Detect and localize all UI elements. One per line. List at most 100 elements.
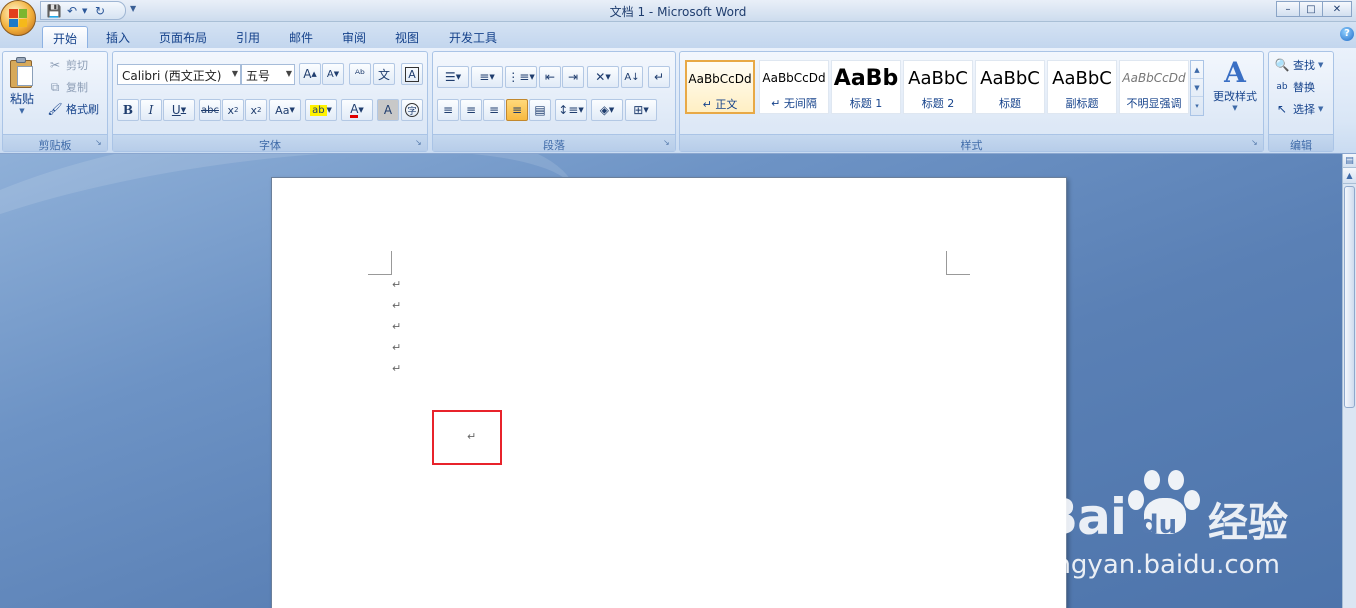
font-name-value: Calibri (西文正文) bbox=[122, 69, 222, 83]
tab-references[interactable]: 引用 bbox=[226, 26, 270, 48]
font-size-value: 五号 bbox=[246, 69, 271, 83]
tab-home[interactable]: 开始 bbox=[42, 26, 88, 48]
align-right-icon[interactable]: ≡ bbox=[483, 99, 505, 121]
tab-developer[interactable]: 开发工具 bbox=[440, 26, 506, 48]
styles-group: AaBbCcDd ↵ 正文 AaBbCcDd ↵ 无间隔 AaBb 标题 1 A… bbox=[679, 51, 1264, 152]
scissors-icon: ✂ bbox=[49, 58, 61, 72]
style-subtle-emphasis[interactable]: AaBbCcDd 不明显强调 bbox=[1119, 60, 1189, 114]
close-button[interactable]: ✕ bbox=[1322, 1, 1352, 17]
change-styles-dropdown-icon[interactable]: ▼ bbox=[1232, 104, 1237, 112]
style-name: 不明显强调 bbox=[1126, 97, 1182, 110]
tab-view[interactable]: 视图 bbox=[385, 26, 429, 48]
change-styles-button[interactable]: A 更改样式 ▼ bbox=[1208, 56, 1262, 113]
change-styles-label: 更改样式 bbox=[1213, 90, 1257, 103]
clear-format-icon[interactable]: ᴬᵇ bbox=[349, 63, 371, 85]
copy-icon: ⧉ bbox=[50, 79, 60, 94]
underline-icon[interactable]: U ▼ bbox=[163, 99, 195, 121]
copy-button[interactable]: ⧉ 复制 bbox=[47, 79, 88, 95]
find-button[interactable]: 🔍 查找 ▼ bbox=[1274, 57, 1324, 73]
clipboard-group: 粘贴 ▼ ✂ 剪切 ⧉ 复制 🖌 格式刷 剪贴板 ↘ bbox=[2, 51, 108, 152]
style-title[interactable]: AaBbC 标题 bbox=[975, 60, 1045, 114]
ribbon: 粘贴 ▼ ✂ 剪切 ⧉ 复制 🖌 格式刷 剪贴板 ↘ Calibri (西文正文… bbox=[0, 48, 1356, 154]
font-color-icon[interactable]: A ▼ bbox=[341, 99, 373, 121]
highlight-icon[interactable]: ab ▼ bbox=[305, 99, 337, 121]
select-button[interactable]: ↖ 选择 ▼ bbox=[1274, 101, 1323, 117]
chinese-layout-icon[interactable]: ✕ ▼ bbox=[587, 66, 619, 88]
style-heading-1[interactable]: AaBb 标题 1 bbox=[831, 60, 901, 114]
italic-icon[interactable]: I bbox=[140, 99, 162, 121]
paragraph-launcher-icon[interactable]: ↘ bbox=[663, 139, 672, 148]
grow-font-icon[interactable]: A ▲ bbox=[299, 63, 321, 85]
styles-launcher-icon[interactable]: ↘ bbox=[1251, 139, 1260, 148]
tab-page-layout[interactable]: 页面布局 bbox=[150, 26, 216, 48]
editing-group-label: 编辑 bbox=[1269, 134, 1333, 152]
numbering-icon[interactable]: ≡ ▼ bbox=[471, 66, 503, 88]
paragraph-mark: ↵ bbox=[392, 320, 402, 333]
align-left-icon[interactable]: ≡ bbox=[437, 99, 459, 121]
style-normal[interactable]: AaBbCcDd ↵ 正文 bbox=[685, 60, 755, 114]
watermark-cn: 经验 bbox=[1208, 500, 1288, 546]
subscript-icon[interactable]: x2 bbox=[222, 99, 244, 121]
vertical-scrollbar[interactable]: ▤ ▲ bbox=[1342, 154, 1356, 608]
gallery-down-icon[interactable]: ▼ bbox=[1191, 79, 1203, 97]
style-heading-2[interactable]: AaBbC 标题 2 bbox=[903, 60, 973, 114]
ruler-toggle-icon[interactable]: ▤ bbox=[1343, 154, 1356, 168]
style-gallery-scroll[interactable]: ▲ ▼ ▾ bbox=[1190, 60, 1204, 116]
shading-icon[interactable]: ◈ ▼ bbox=[591, 99, 623, 121]
editing-group: 🔍 查找 ▼ ab 替换 ↖ 选择 ▼ 编辑 bbox=[1268, 51, 1334, 152]
strikethrough-icon[interactable]: abc bbox=[199, 99, 221, 121]
superscript-icon[interactable]: x2 bbox=[245, 99, 267, 121]
gallery-up-icon[interactable]: ▲ bbox=[1191, 61, 1203, 79]
clipboard-launcher-icon[interactable]: ↘ bbox=[95, 139, 104, 148]
gallery-more-icon[interactable]: ▾ bbox=[1191, 97, 1203, 115]
increase-indent-icon[interactable]: ⇥ bbox=[562, 66, 584, 88]
phonetic-guide-icon[interactable]: 文 bbox=[373, 63, 395, 85]
paste-dropdown-icon[interactable]: ▼ bbox=[19, 107, 24, 115]
paste-button[interactable]: 粘贴 ▼ bbox=[6, 56, 38, 115]
watermark-brand: Bai bbox=[1040, 488, 1127, 546]
multilevel-list-icon[interactable]: ⋮≡ ▼ bbox=[505, 66, 537, 88]
style-subtitle[interactable]: AaBbC 副标题 bbox=[1047, 60, 1117, 114]
scroll-up-icon[interactable]: ▲ bbox=[1343, 168, 1356, 184]
bold-icon[interactable]: B bbox=[117, 99, 139, 121]
change-styles-icon: A bbox=[1224, 56, 1246, 89]
borders-icon[interactable]: ⊞ ▼ bbox=[625, 99, 657, 121]
style-sample: AaBbCcDd bbox=[688, 72, 752, 86]
format-painter-button[interactable]: 🖌 格式刷 bbox=[47, 101, 99, 117]
replace-button[interactable]: ab 替换 bbox=[1274, 79, 1315, 95]
enclose-characters-icon[interactable]: 字 bbox=[401, 99, 423, 121]
font-name-combo[interactable]: Calibri (西文正文) ▼ bbox=[117, 64, 241, 85]
shrink-font-icon[interactable]: A ▼ bbox=[322, 63, 344, 85]
paragraph-mark: ↵ bbox=[467, 430, 477, 443]
style-no-spacing[interactable]: AaBbCcDd ↵ 无间隔 bbox=[759, 60, 829, 114]
scroll-thumb[interactable] bbox=[1344, 186, 1355, 408]
tab-review[interactable]: 审阅 bbox=[332, 26, 376, 48]
bullets-icon[interactable]: ☰ ▼ bbox=[437, 66, 469, 88]
show-marks-icon[interactable]: ↵ bbox=[648, 66, 670, 88]
watermark-du: du bbox=[1140, 510, 1178, 540]
help-icon[interactable]: ? bbox=[1340, 27, 1354, 41]
font-size-combo[interactable]: 五号 ▼ bbox=[241, 64, 295, 85]
decrease-indent-icon[interactable]: ⇤ bbox=[539, 66, 561, 88]
brush-icon: 🖌 bbox=[47, 102, 63, 116]
style-sample: AaBbC bbox=[980, 67, 1040, 89]
character-shading-icon[interactable]: A bbox=[377, 99, 399, 121]
sort-icon[interactable]: A↓ bbox=[621, 66, 643, 88]
minimize-button[interactable]: – bbox=[1276, 1, 1300, 17]
document-page[interactable]: ↵ ↵ ↵ ↵ ↵ ↵ bbox=[271, 177, 1067, 608]
maximize-button[interactable]: □ bbox=[1299, 1, 1323, 17]
distributed-icon[interactable]: ▤ bbox=[529, 99, 551, 121]
line-spacing-icon[interactable]: ↕≡ ▼ bbox=[555, 99, 587, 121]
paragraph-mark: ↵ bbox=[392, 341, 402, 354]
style-sample: AaBb bbox=[833, 65, 899, 91]
align-center-icon[interactable]: ≡ bbox=[460, 99, 482, 121]
font-launcher-icon[interactable]: ↘ bbox=[415, 139, 424, 148]
change-case-icon[interactable]: Aa ▼ bbox=[269, 99, 301, 121]
cut-button[interactable]: ✂ 剪切 bbox=[47, 57, 88, 73]
tab-mailings[interactable]: 邮件 bbox=[279, 26, 323, 48]
window-controls: – □ ✕ bbox=[1276, 1, 1352, 17]
tab-insert[interactable]: 插入 bbox=[96, 26, 140, 48]
office-button[interactable] bbox=[0, 0, 36, 36]
character-border-icon[interactable]: A bbox=[401, 63, 423, 85]
justify-icon[interactable]: ≡ bbox=[506, 99, 528, 121]
